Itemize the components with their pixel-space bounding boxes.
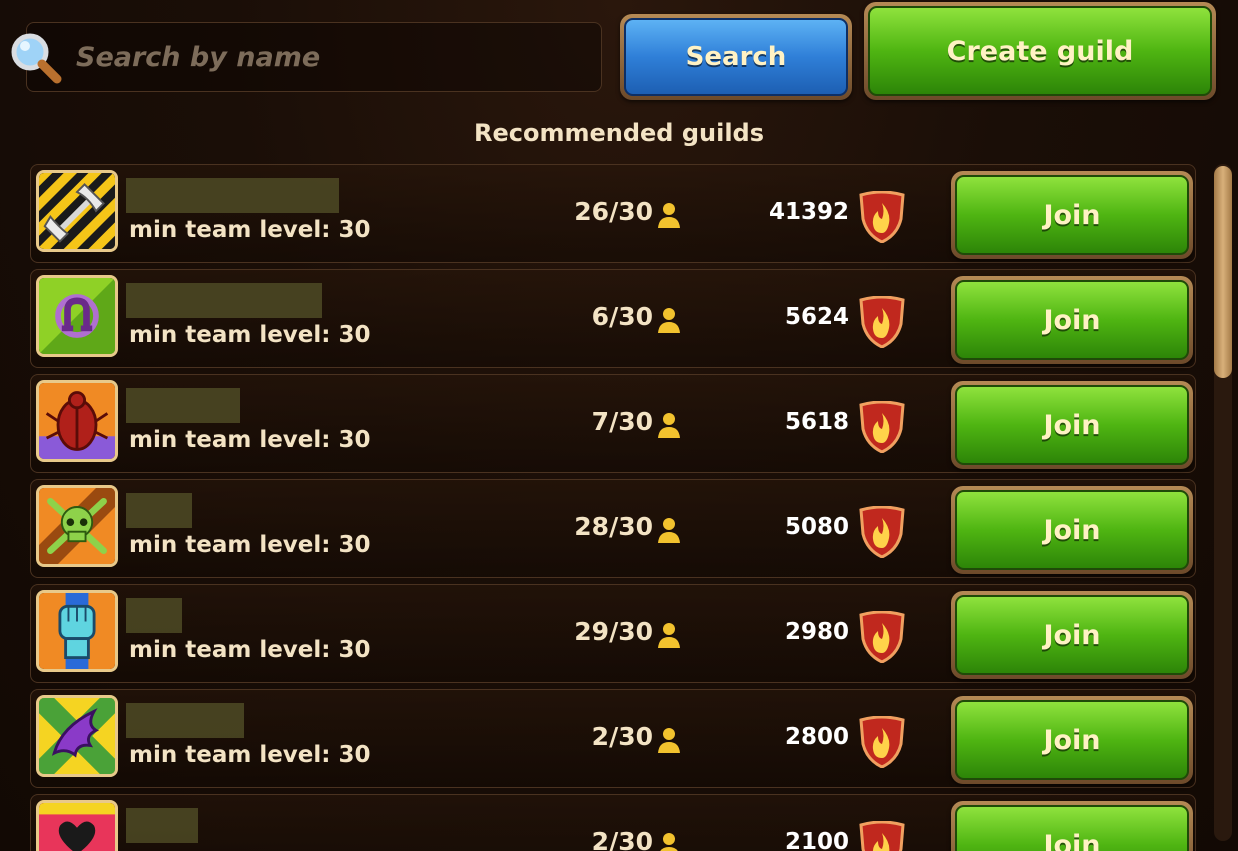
person-icon: [660, 833, 678, 851]
guild-name-redacted: [126, 283, 322, 318]
guild-row: min team level: 30 6/30 5624 Join: [30, 269, 1196, 368]
min-team-level: min team level: 30: [129, 427, 371, 453]
scrollbar-thumb[interactable]: [1214, 166, 1232, 378]
guild-score: 2800: [784, 724, 849, 750]
person-icon: [658, 518, 680, 543]
member-count: 6/30: [591, 302, 653, 331]
person-icon: [658, 203, 680, 228]
fist-emblem-icon: [36, 590, 118, 672]
member-count: 29/30: [574, 617, 653, 646]
join-label: Join: [955, 280, 1189, 360]
join-label: Join: [955, 595, 1189, 675]
axe-emblem-icon: [36, 170, 118, 252]
guild-row: 2/30 2100 Join: [30, 794, 1196, 851]
join-button[interactable]: Join: [951, 381, 1193, 469]
create-guild-label: Create guild: [868, 6, 1212, 96]
fire-shield-icon: [859, 611, 905, 663]
guild-score: 5624: [784, 304, 849, 330]
join-label: Join: [955, 175, 1189, 255]
dragon-wing-emblem-icon: [36, 695, 118, 777]
fire-shield-icon: [859, 821, 905, 851]
join-label: Join: [955, 385, 1189, 465]
guild-score: 5618: [784, 409, 849, 435]
person-icon: [658, 308, 680, 333]
create-guild-button[interactable]: Create guild: [864, 2, 1216, 100]
guild-score: 41392: [768, 199, 849, 225]
join-button[interactable]: Join: [951, 801, 1193, 851]
person-icon: [658, 413, 680, 438]
join-button[interactable]: Join: [951, 276, 1193, 364]
guild-score: 2100: [784, 829, 849, 851]
join-button[interactable]: Join: [951, 696, 1193, 784]
horseshoe-emblem-icon: [36, 275, 118, 357]
skull-emblem-icon: [36, 485, 118, 567]
person-icon: [658, 623, 680, 648]
guild-name-redacted: [126, 178, 339, 213]
guild-row: min team level: 30 29/30 2980 Join: [30, 584, 1196, 683]
guild-name-redacted: [126, 598, 182, 633]
magnifier-icon: [11, 33, 62, 84]
search-button[interactable]: Search: [620, 14, 852, 100]
join-button[interactable]: Join: [951, 171, 1193, 259]
guild-name-redacted: [126, 808, 198, 843]
heart-emblem-icon: [36, 800, 118, 851]
guild-row: min team level: 30 2/30 2800 Join: [30, 689, 1196, 788]
fire-shield-icon: [859, 191, 905, 243]
member-count: 2/30: [591, 827, 653, 851]
person-icon: [658, 728, 680, 753]
min-team-level: min team level: 30: [129, 217, 371, 243]
fire-shield-icon: [859, 296, 905, 348]
guild-row: min team level: 30 7/30 5618 Join: [30, 374, 1196, 473]
min-team-level: min team level: 30: [129, 532, 371, 558]
join-button[interactable]: Join: [951, 486, 1193, 574]
member-count: 2/30: [591, 722, 653, 751]
search-button-label: Search: [624, 18, 848, 96]
join-label: Join: [955, 490, 1189, 570]
guild-score: 5080: [784, 514, 849, 540]
join-button[interactable]: Join: [951, 591, 1193, 679]
join-label: Join: [955, 700, 1189, 780]
guild-name-redacted: [126, 703, 244, 738]
section-title: Recommended guilds: [473, 119, 765, 147]
min-team-level: min team level: 30: [129, 322, 371, 348]
guild-score: 2980: [784, 619, 849, 645]
min-team-level: min team level: 30: [129, 637, 371, 663]
min-team-level: min team level: 30: [129, 742, 371, 768]
member-count: 28/30: [574, 512, 653, 541]
fire-shield-icon: [859, 506, 905, 558]
fire-shield-icon: [859, 401, 905, 453]
member-count: 7/30: [591, 407, 653, 436]
fire-shield-icon: [859, 716, 905, 768]
guild-row: min team level: 30 26/30 41392 Join: [30, 164, 1196, 263]
member-count: 26/30: [574, 197, 653, 226]
guild-name-redacted: [126, 493, 192, 528]
guild-list[interactable]: min team level: 30 26/30 41392 Join min …: [30, 164, 1196, 851]
join-label: Join: [955, 805, 1189, 851]
guild-row: min team level: 30 28/30 5080 Join: [30, 479, 1196, 578]
search-input[interactable]: [74, 36, 578, 78]
beetle-emblem-icon: [36, 380, 118, 462]
guild-name-redacted: [126, 388, 240, 423]
